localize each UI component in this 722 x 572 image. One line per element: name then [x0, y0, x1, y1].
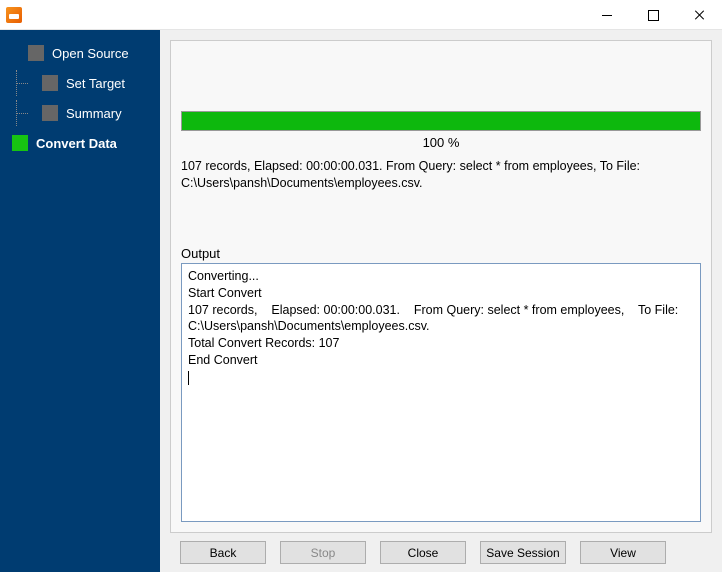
sidebar: Open Source Set Target Summary Convert D…	[0, 30, 160, 572]
sidebar-item-summary[interactable]: Summary	[6, 100, 160, 126]
output-line: Total Convert Records: 107	[188, 336, 339, 350]
back-button[interactable]: Back	[180, 541, 266, 564]
app-icon	[6, 7, 22, 23]
text-caret	[188, 371, 189, 385]
close-window-button[interactable]	[676, 0, 722, 29]
sidebar-item-label: Open Source	[52, 46, 129, 61]
sidebar-item-label: Set Target	[66, 76, 125, 91]
step-box-icon	[42, 75, 58, 91]
minimize-button[interactable]	[584, 0, 630, 29]
sidebar-item-label: Convert Data	[36, 136, 117, 151]
maximize-button[interactable]	[630, 0, 676, 29]
sidebar-item-convert-data[interactable]: Convert Data	[6, 130, 160, 156]
main-panel: 100 % 107 records, Elapsed: 00:00:00.031…	[160, 30, 722, 572]
content-panel: 100 % 107 records, Elapsed: 00:00:00.031…	[170, 40, 712, 533]
close-button[interactable]: Close	[380, 541, 466, 564]
sidebar-item-label: Summary	[66, 106, 122, 121]
status-text: 107 records, Elapsed: 00:00:00.031. From…	[171, 158, 711, 196]
output-label: Output	[171, 196, 711, 263]
step-box-icon	[42, 105, 58, 121]
output-line: End Convert	[188, 353, 257, 367]
button-row: Back Stop Close Save Session View	[170, 533, 712, 564]
output-line: 107 records, Elapsed: 00:00:00.031. From…	[188, 303, 682, 334]
titlebar	[0, 0, 722, 30]
stop-button: Stop	[280, 541, 366, 564]
output-textbox[interactable]: Converting... Start Convert 107 records,…	[181, 263, 701, 522]
progress-percent: 100 %	[181, 131, 701, 150]
view-button[interactable]: View	[580, 541, 666, 564]
window-controls	[584, 0, 722, 29]
save-session-button[interactable]: Save Session	[480, 541, 566, 564]
progress-bar	[181, 111, 701, 131]
sidebar-item-set-target[interactable]: Set Target	[6, 70, 160, 96]
output-line: Converting...	[188, 269, 259, 283]
step-box-icon	[28, 45, 44, 61]
sidebar-item-open-source[interactable]: Open Source	[6, 40, 160, 66]
output-line: Start Convert	[188, 286, 262, 300]
step-box-icon	[12, 135, 28, 151]
